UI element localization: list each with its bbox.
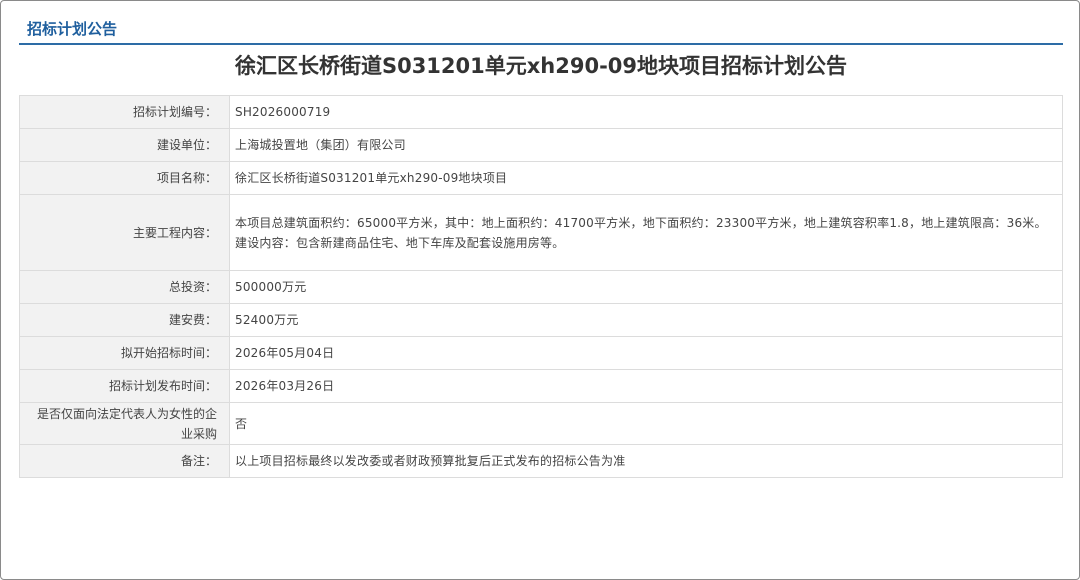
page-frame: 招标计划公告 徐汇区长桥街道S031201单元xh290-09地块项目招标计划公… <box>0 0 1080 580</box>
label-remarks: 备注： <box>19 444 230 478</box>
value-project-name: 徐汇区长桥街道S031201单元xh290-09地块项目 <box>229 161 1063 195</box>
label-planned-start-date: 拟开始招标时间： <box>19 336 230 370</box>
label-construction-unit: 建设单位： <box>19 128 230 162</box>
value-publish-date: 2026年03月26日 <box>229 369 1063 403</box>
value-tender-plan-number: SH2026000719 <box>229 95 1063 129</box>
value-main-works: 本项目总建筑面积约：65000平方米，其中：地上面积约：41700平方米，地下面… <box>229 194 1063 271</box>
value-total-investment: 500000万元 <box>229 270 1063 304</box>
table-row-project-name: 项目名称： 徐汇区长桥街道S031201单元xh290-09地块项目 <box>19 161 1063 195</box>
label-tender-plan-number: 招标计划编号： <box>19 95 230 129</box>
value-construction-cost: 52400万元 <box>229 303 1063 337</box>
label-total-investment: 总投资： <box>19 270 230 304</box>
value-remarks: 以上项目招标最终以发改委或者财政预算批复后正式发布的招标公告为准 <box>229 444 1063 478</box>
value-female-rep-only: 否 <box>229 402 1063 445</box>
table-row-remarks: 备注： 以上项目招标最终以发改委或者财政预算批复后正式发布的招标公告为准 <box>19 444 1063 478</box>
notice-title: 徐汇区长桥街道S031201单元xh290-09地块项目招标计划公告 <box>234 54 848 78</box>
value-planned-start-date: 2026年05月04日 <box>229 336 1063 370</box>
table-row-planned-start-date: 拟开始招标时间： 2026年05月04日 <box>19 336 1063 370</box>
table-row-publish-date: 招标计划发布时间： 2026年03月26日 <box>19 369 1063 403</box>
table-row-tender-plan-number: 招标计划编号： SH2026000719 <box>19 95 1063 129</box>
value-construction-unit: 上海城投置地（集团）有限公司 <box>229 128 1063 162</box>
info-table: 招标计划编号： SH2026000719 建设单位： 上海城投置地（集团）有限公… <box>19 95 1063 478</box>
label-publish-date: 招标计划发布时间： <box>19 369 230 403</box>
table-row-total-investment: 总投资： 500000万元 <box>19 270 1063 304</box>
label-project-name: 项目名称： <box>19 161 230 195</box>
label-female-rep-only: 是否仅面向法定代表人为女性的企业采购 <box>19 402 230 445</box>
section-title: 招标计划公告 <box>27 20 118 38</box>
label-construction-cost: 建安费： <box>19 303 230 337</box>
label-main-works: 主要工程内容： <box>19 194 230 271</box>
section-header: 招标计划公告 <box>19 15 1063 45</box>
table-row-female-rep-only: 是否仅面向法定代表人为女性的企业采购 否 <box>19 402 1063 445</box>
table-row-main-works: 主要工程内容： 本项目总建筑面积约：65000平方米，其中：地上面积约：4170… <box>19 194 1063 271</box>
table-row-construction-unit: 建设单位： 上海城投置地（集团）有限公司 <box>19 128 1063 162</box>
table-row-construction-cost: 建安费： 52400万元 <box>19 303 1063 337</box>
